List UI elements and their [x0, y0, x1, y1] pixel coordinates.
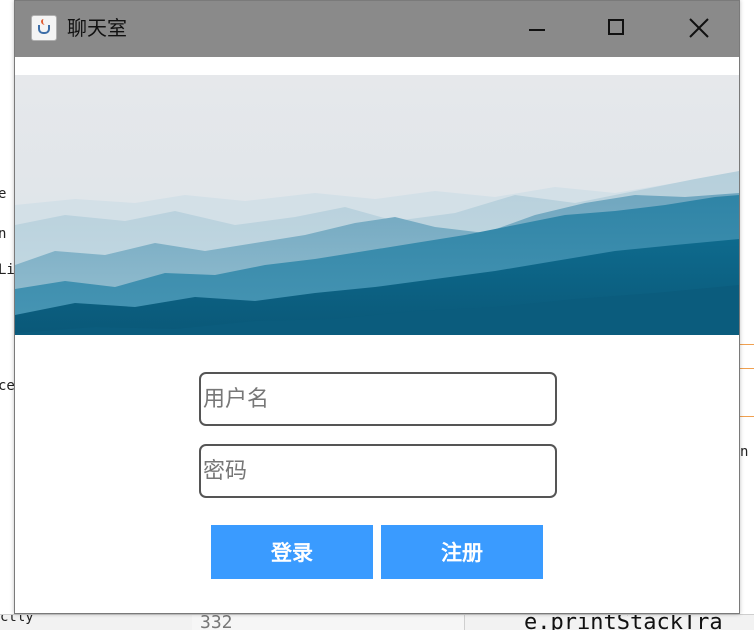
minimize-icon — [529, 29, 545, 31]
maximize-icon — [608, 19, 624, 35]
background-code-fragment: ce — [0, 378, 14, 394]
maximize-button[interactable] — [589, 1, 645, 57]
background-code-fragment: n — [0, 226, 7, 242]
background-line-number: 332 — [200, 614, 233, 630]
background-divider — [740, 344, 754, 345]
background-table-cell — [318, 615, 399, 630]
background-table-cell — [398, 615, 465, 630]
java-cup-icon[interactable] — [31, 15, 57, 41]
password-input[interactable] — [199, 444, 557, 498]
background-divider — [740, 416, 754, 417]
background-code-fragment: e — [0, 186, 7, 202]
background-code-fragment: n — [740, 444, 749, 460]
window-title: 聊天室 — [67, 16, 127, 40]
background-editor-left: e n Li ce — [0, 0, 14, 630]
register-button[interactable]: 注册 — [381, 525, 543, 579]
background-code-line: e.printStackTra — [524, 614, 723, 630]
username-input[interactable] — [199, 372, 557, 426]
cup-shape — [38, 25, 50, 34]
background-code-fragment: ctly — [0, 614, 34, 625]
title-bar[interactable]: 聊天室 — [15, 1, 739, 57]
banner-image — [15, 75, 739, 335]
close-button[interactable] — [671, 1, 727, 57]
background-divider — [740, 368, 754, 369]
background-editor-bottom: ctly 332 e.printStackTra — [0, 614, 754, 630]
close-icon — [689, 18, 709, 38]
login-button[interactable]: 登录 — [211, 525, 373, 579]
mountain-landscape-image — [15, 75, 739, 335]
chat-login-window: 聊天室 用户名 登录 注册 — [14, 0, 740, 614]
minimize-button[interactable] — [509, 1, 565, 57]
background-editor-right: n — [740, 0, 754, 630]
background-code-fragment: Li — [0, 262, 14, 278]
